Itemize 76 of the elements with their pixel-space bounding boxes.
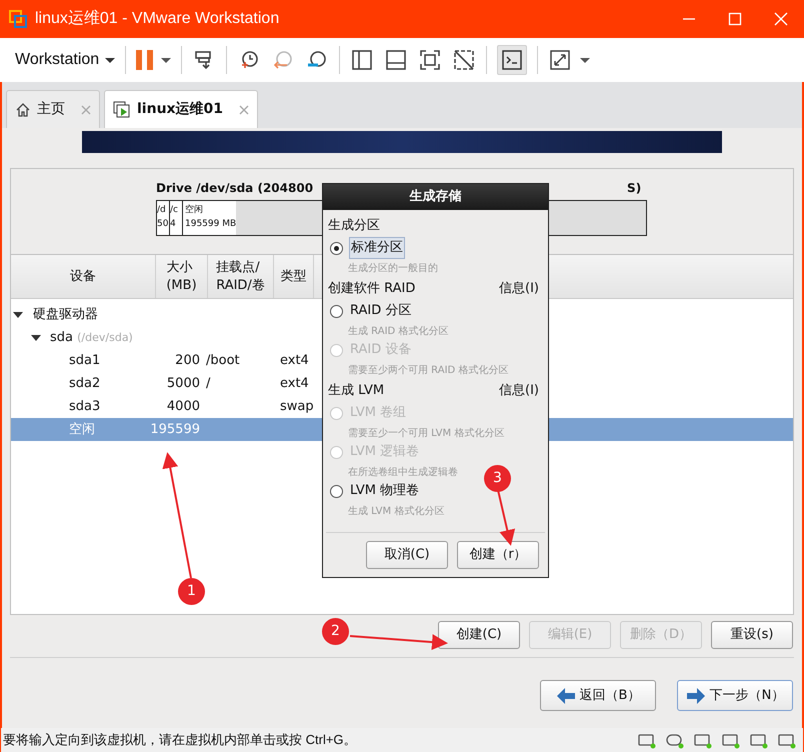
option-hint: 生成分区的一般目的 [348, 263, 438, 274]
vm-running-icon [113, 100, 131, 118]
table-row[interactable]: sda2 5000 / ext4 [11, 372, 322, 395]
option-label: LVM 物理卷 [349, 482, 420, 500]
app-logo-icon [9, 10, 27, 28]
column-header: 设备 [11, 255, 156, 298]
dialog-title: 生成存储 [323, 184, 548, 210]
console-button[interactable] [497, 45, 528, 75]
info-link[interactable]: 信息(I) [499, 381, 543, 401]
table-cell: / [206, 376, 210, 391]
option-hint: 生成 LVM 格式化分区 [348, 506, 444, 517]
section-heading: 生成分区 [328, 217, 380, 236]
sidebar-icon[interactable] [350, 48, 374, 72]
drive-title: S) [627, 180, 642, 197]
option-hint: 需要至少一个可用 LVM 格式化分区 [348, 428, 504, 439]
option-hint: 生成 RAID 格式化分区 [348, 326, 448, 337]
table-cell-text: sda2 [68, 374, 102, 393]
disk-segment: /d 50 [157, 201, 170, 235]
expander-icon[interactable] [31, 334, 41, 340]
tab[interactable]: 主页 [6, 90, 100, 128]
column-header: 大小 (MB) [156, 255, 208, 298]
nav-button[interactable]: 返回（B） [540, 680, 656, 711]
next-arrow-icon [686, 686, 706, 704]
option-label: LVM 逻辑卷 [349, 443, 420, 462]
arrow [497, 490, 516, 546]
table-row[interactable]: sda3 4000 swap [11, 395, 322, 418]
home-icon [15, 102, 31, 118]
section-heading: 生成 LVM [328, 382, 384, 400]
table-row[interactable]: sda1 200 /boot ext4 [11, 349, 322, 372]
tree-item: sda (/dev/sda) [50, 328, 133, 347]
table-cell-text: sda1 [68, 352, 102, 370]
table-cell-text: 195599 [149, 420, 200, 439]
thumbnail-bar-icon[interactable] [384, 48, 408, 72]
radio-button[interactable] [330, 484, 343, 498]
option-hint: 在所选卷组中生成逻辑卷 [348, 467, 458, 478]
expander-icon[interactable] [13, 312, 23, 318]
table-cell-text: 200 [174, 352, 200, 370]
column-header: 类型 [274, 255, 314, 298]
tab[interactable]: linux运维01 [104, 90, 258, 128]
status-text: 要将输入定向到该虚拟机，请在虚拟机内部单击或按 Ctrl+G。 [2, 731, 357, 750]
workstation-menu[interactable]: Workstation [15, 48, 116, 72]
tree-item: 硬盘驱动器 [33, 306, 98, 324]
option-label: LVM 卷组 [349, 404, 408, 422]
option-label: RAID 设备 [349, 341, 412, 360]
stretch-menu[interactable] [548, 48, 590, 72]
table-cell-text: sda3 [68, 398, 102, 416]
option-label: 标准分区 [349, 237, 405, 259]
option-label: RAID 分区 [349, 302, 412, 320]
window-title: linux运维01 - VMware Workstation [35, 8, 280, 29]
fullscreen-icon[interactable] [418, 48, 442, 72]
action-button[interactable]: 重设(s) [711, 620, 793, 648]
radio-button[interactable] [330, 304, 343, 318]
caret-icon [105, 58, 116, 62]
option-hint: 需要至少两个可用 RAID 格式化分区 [348, 365, 508, 376]
disk-segment: /c 4 [170, 201, 183, 235]
table-cell-text: ext4 [280, 374, 309, 393]
disk-segment: 空闲 195599 MB [183, 201, 236, 235]
table-cell-text: 4000 [166, 398, 200, 416]
drive-title: Drive /dev/sda (204800 [156, 180, 314, 197]
unity-icon[interactable] [452, 48, 476, 72]
close-tab-icon [81, 104, 91, 114]
dialog-button[interactable]: 创建（r） [457, 541, 539, 569]
section-heading: 创建软件 RAID [328, 280, 416, 298]
table-cell-text: 5000 [166, 374, 200, 393]
table-cell-text: swap [280, 398, 314, 416]
close-tab-icon [239, 104, 250, 114]
action-button[interactable]: 创建(C) [438, 620, 520, 648]
radio-button[interactable] [330, 242, 343, 254]
table-cell-text: ext4 [280, 352, 309, 370]
pause-button[interactable] [136, 50, 172, 70]
back-arrow-icon [556, 686, 576, 704]
dialog-button[interactable]: 取消(C) [366, 541, 448, 569]
table-cell: /boot [206, 352, 240, 368]
info-link[interactable]: 信息(I) [499, 279, 543, 299]
column-header: 挂载点/ RAID/卷 [208, 255, 274, 298]
nav-button[interactable]: 下一步（N） [677, 680, 793, 711]
